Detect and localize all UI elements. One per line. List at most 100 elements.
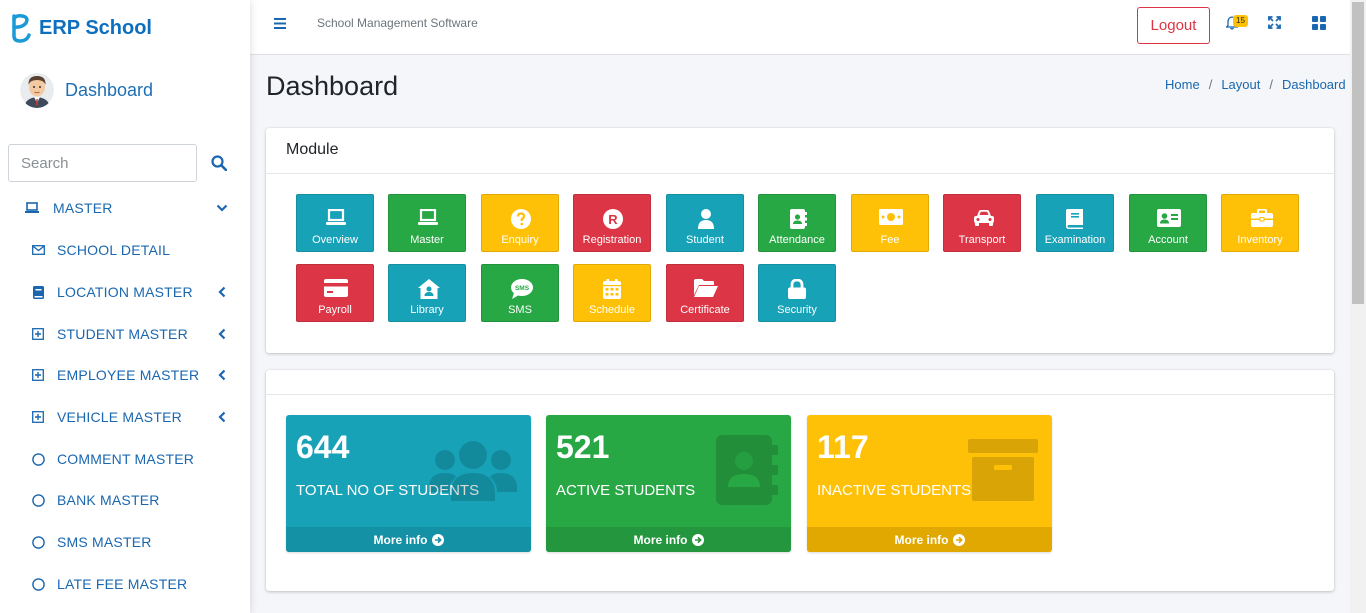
brand-name: ERP School (39, 16, 152, 39)
laptop-icon (418, 209, 438, 225)
house-user-icon (418, 279, 440, 299)
sidebar-item-student-master[interactable]: STUDENT MASTER (0, 314, 250, 354)
logout-button[interactable]: Logout (1137, 7, 1210, 44)
sidebar-item-label: SCHOOL DETAIL (57, 242, 171, 258)
module-enquiry[interactable]: Enquiry (481, 194, 559, 252)
breadcrumb-separator: / (1208, 77, 1213, 92)
module-sms[interactable]: SMS SMS (481, 264, 559, 322)
chevron-left-icon (216, 286, 228, 298)
stat-label: ACTIVE STUDENTS (556, 482, 696, 499)
sidebar-item-employee-master[interactable]: EMPLOYEE MASTER (0, 355, 250, 395)
svg-text:R: R (608, 212, 618, 227)
arrow-circle-right-icon (952, 533, 965, 546)
stat-inactive-students: 117 INACTIVE STUDENTS More info (807, 415, 1052, 552)
module-label: Enquiry (501, 234, 539, 246)
car-icon (974, 210, 994, 226)
stat-label: INACTIVE STUDENTS (817, 482, 972, 499)
chevron-left-icon (216, 411, 228, 423)
sidebar-item-sms-master[interactable]: SMS MASTER (0, 522, 250, 562)
module-examination[interactable]: Examination (1036, 194, 1114, 252)
question-circle-icon (511, 209, 531, 229)
arrow-circle-right-icon (691, 533, 704, 546)
module-label: Payroll (318, 304, 352, 316)
sidebar-item-school-detail[interactable]: SCHOOL DETAIL (0, 230, 250, 270)
menu-toggle-icon[interactable] (274, 16, 288, 30)
top-navbar: School Management Software Logout 15 (250, 0, 1350, 55)
stat-value: 117 (817, 429, 869, 465)
circle-icon (31, 577, 45, 591)
breadcrumb-home[interactable]: Home (1165, 77, 1200, 92)
module-label: Examination (1044, 234, 1106, 246)
sidebar-item-label: STUDENT MASTER (57, 326, 188, 342)
module-card-title: Module (266, 128, 1334, 174)
module-certificate[interactable]: Certificate (666, 264, 744, 322)
module-account[interactable]: Account (1129, 194, 1207, 252)
briefcase-icon (1251, 209, 1273, 227)
envelope-icon (31, 243, 45, 257)
more-info-link[interactable]: More info (546, 527, 791, 552)
module-label: Certificate (680, 304, 730, 316)
avatar (20, 72, 54, 108)
chevron-left-icon (216, 369, 228, 381)
module-label: Schedule (589, 304, 635, 316)
more-info-link[interactable]: More info (286, 527, 531, 552)
module-fee[interactable]: Fee (851, 194, 929, 252)
brand[interactable]: ERP School (10, 12, 152, 44)
module-transport[interactable]: Transport (943, 194, 1021, 252)
page-scrollbar[interactable] (1350, 0, 1366, 613)
fullscreen-icon[interactable] (1268, 16, 1281, 29)
breadcrumb-separator: / (1269, 77, 1273, 92)
module-master[interactable]: Master (388, 194, 466, 252)
sidebar-item-comment-master[interactable]: COMMENT MASTER (0, 439, 250, 479)
module-label: Registration (582, 234, 642, 246)
address-book-icon (790, 209, 807, 229)
breadcrumb-layout[interactable]: Layout (1221, 77, 1260, 92)
card-divider (266, 394, 1334, 395)
search-icon (211, 155, 227, 171)
sidebar-item-label: BANK MASTER (57, 492, 160, 508)
apps-grid-icon[interactable] (1312, 16, 1326, 30)
user-panel[interactable]: Dashboard (20, 72, 153, 108)
stat-value: 644 (296, 429, 350, 465)
circle-icon (31, 535, 45, 549)
search-button[interactable] (204, 144, 234, 182)
scrollbar-thumb[interactable] (1352, 2, 1364, 304)
circle-icon (31, 452, 45, 466)
sidebar-item-label: SMS MASTER (57, 534, 152, 550)
sidebar-search (8, 144, 234, 182)
module-label: Overview (312, 234, 358, 246)
stat-value: 521 (556, 429, 610, 465)
breadcrumb-dashboard[interactable]: Dashboard (1282, 77, 1346, 92)
sidebar-item-location-master[interactable]: LOCATION MASTER (0, 272, 250, 312)
sidebar-item-label: MASTER (53, 200, 113, 216)
archive-icon (968, 439, 1038, 501)
sidebar-item-label: LATE FEE MASTER (57, 576, 188, 592)
search-input[interactable] (8, 144, 197, 182)
module-inventory[interactable]: Inventory (1221, 194, 1299, 252)
module-student[interactable]: Student (666, 194, 744, 252)
module-overview[interactable]: Overview (296, 194, 374, 252)
calendar-icon (603, 279, 621, 299)
sidebar-item-master[interactable]: MASTER (0, 188, 250, 228)
erp-logo-icon (12, 14, 31, 43)
module-registration[interactable]: R Registration (573, 194, 651, 252)
breadcrumb: Home / Layout / Dashboard (1165, 77, 1346, 92)
more-info-label: More info (633, 532, 688, 547)
address-book-icon (716, 435, 778, 505)
module-label: Transport (958, 234, 1006, 246)
sidebar-item-vehicle-master[interactable]: VEHICLE MASTER (0, 397, 250, 437)
chevron-down-icon (216, 202, 228, 214)
module-security[interactable]: Security (758, 264, 836, 322)
sidebar-item-bank-master[interactable]: BANK MASTER (0, 480, 250, 520)
module-attendance[interactable]: Attendance (758, 194, 836, 252)
module-schedule[interactable]: Schedule (573, 264, 651, 322)
page-title: Dashboard (266, 71, 399, 101)
module-payroll[interactable]: Payroll (296, 264, 374, 322)
chevron-left-icon (216, 328, 228, 340)
laptop-icon (25, 201, 39, 215)
more-info-link[interactable]: More info (807, 527, 1052, 552)
module-library[interactable]: Library (388, 264, 466, 322)
module-label: Account (1148, 234, 1188, 246)
module-label: Inventory (1237, 234, 1283, 246)
sidebar-item-late-fee-master[interactable]: LATE FEE MASTER (0, 564, 250, 604)
